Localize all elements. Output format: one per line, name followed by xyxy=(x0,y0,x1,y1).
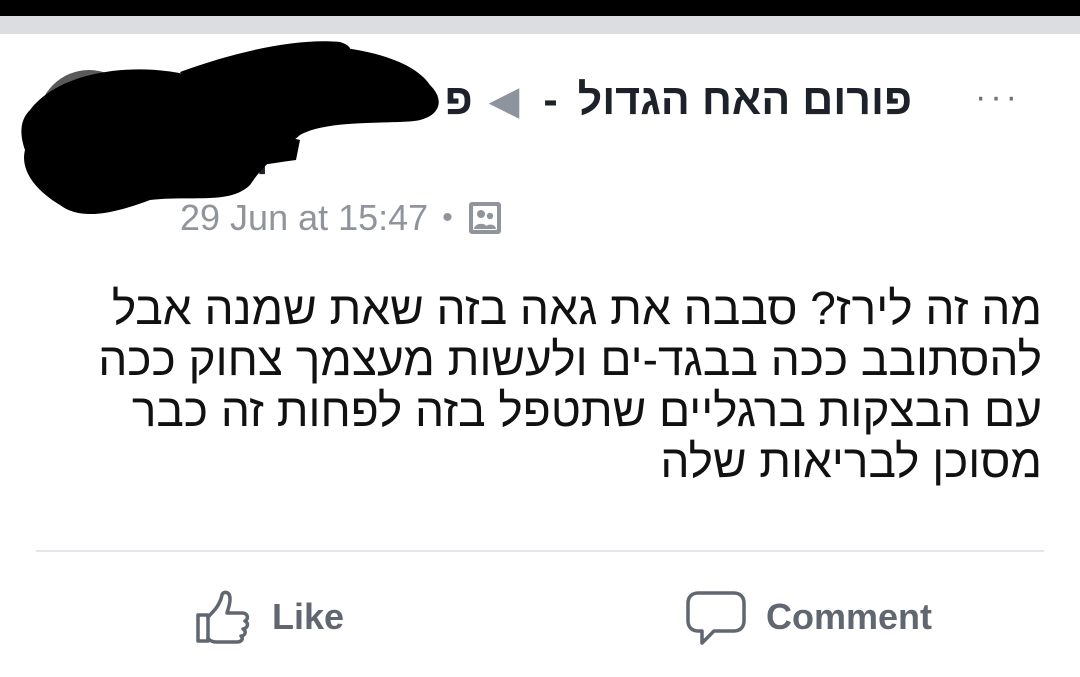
post-text-line: מסוכן לבריאות שלה xyxy=(660,435,1042,487)
post-text-line: עם הבצקות ברגליים שתטפל בזה לפחות זה כבר xyxy=(131,384,1042,436)
feed-gap xyxy=(0,16,1080,34)
like-label: Like xyxy=(272,596,345,637)
more-options-icon[interactable]: ··· xyxy=(968,80,1028,114)
actions-divider xyxy=(36,550,1044,552)
author-avatar[interactable] xyxy=(38,70,140,172)
author-name-continued[interactable]: רשה xyxy=(180,140,268,176)
status-bar xyxy=(0,0,1080,16)
author-name-link[interactable]: פ xyxy=(445,72,473,128)
speech-bubble-icon xyxy=(686,587,746,647)
thumbs-up-icon xyxy=(192,587,252,647)
facebook-post-screen: ··· פורום האח הגדול - ◀ פ רשה 29 Jun at … xyxy=(0,0,1080,677)
like-button[interactable]: Like xyxy=(192,585,344,649)
post-timestamp[interactable]: 29 Jun at 15:47 xyxy=(180,197,428,239)
meta-separator-dot: • xyxy=(442,201,453,234)
post-meta: 29 Jun at 15:47 • xyxy=(180,196,503,240)
group-name-link[interactable]: פורום האח הגדול xyxy=(578,72,912,128)
comment-label: Comment xyxy=(766,596,933,637)
post-text-line: מה זה לירז? סבבה את גאה בזה שאת שמנה אבל xyxy=(111,282,1042,334)
shared-to-arrow-icon: ◀ xyxy=(488,79,520,123)
group-members-icon xyxy=(467,200,503,236)
post-body: מה זה לירז? סבבה את גאה בזה שאת שמנה אבל… xyxy=(32,283,1042,487)
header-separator: - xyxy=(543,76,558,124)
post-text-line: להסתובב ככה בבגד-ים ולעשות מעצמך צחוק ככ… xyxy=(98,333,1042,385)
post-header: פורום האח הגדול - ◀ פ xyxy=(445,72,912,129)
comment-button[interactable]: Comment xyxy=(686,585,932,649)
